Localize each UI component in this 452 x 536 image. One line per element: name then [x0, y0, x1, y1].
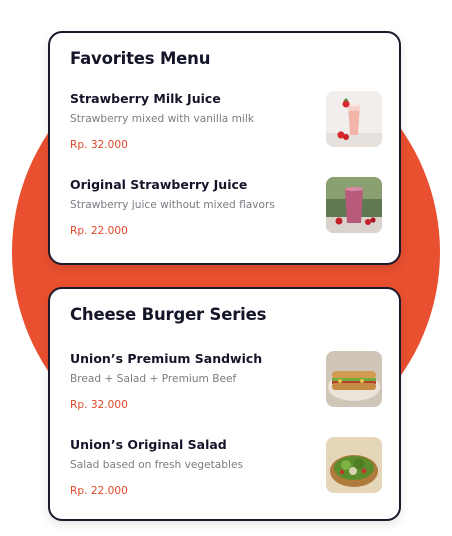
item-description: Strawberry juice without mixed flavors	[70, 199, 275, 211]
salad-image	[326, 437, 382, 493]
menu-item-premium-sandwich[interactable]: Union’s Premium Sandwich Bread + Salad +…	[70, 351, 382, 423]
item-name: Strawberry Milk Juice	[70, 91, 221, 106]
menu-item-original-salad[interactable]: Union’s Original Salad Salad based on fr…	[70, 437, 382, 509]
section-title: Cheese Burger Series	[70, 305, 267, 324]
strawberry-juice-image	[326, 177, 382, 233]
item-description: Bread + Salad + Premium Beef	[70, 373, 237, 385]
item-name: Union’s Original Salad	[70, 437, 227, 452]
item-price: Rp. 32.000	[70, 399, 128, 411]
item-price: Rp. 32.000	[70, 139, 128, 151]
item-name: Union’s Premium Sandwich	[70, 351, 263, 366]
strawberry-milk-image	[326, 91, 382, 147]
item-name: Original Strawberry Juice	[70, 177, 248, 192]
sandwich-image	[326, 351, 382, 407]
menu-item-original-strawberry-juice[interactable]: Original Strawberry Juice Strawberry jui…	[70, 177, 382, 249]
section-title: Favorites Menu	[70, 49, 211, 68]
cheese-burger-series-card: Cheese Burger Series Union’s Premium San…	[48, 287, 401, 521]
item-price: Rp. 22.000	[70, 225, 128, 237]
favorites-menu-card: Favorites Menu Strawberry Milk Juice Str…	[48, 31, 401, 265]
menu-item-strawberry-milk-juice[interactable]: Strawberry Milk Juice Strawberry mixed w…	[70, 91, 382, 163]
item-description: Strawberry mixed with vanilla milk	[70, 113, 254, 125]
item-description: Salad based on fresh vegetables	[70, 459, 244, 471]
item-price: Rp. 22.000	[70, 485, 128, 497]
